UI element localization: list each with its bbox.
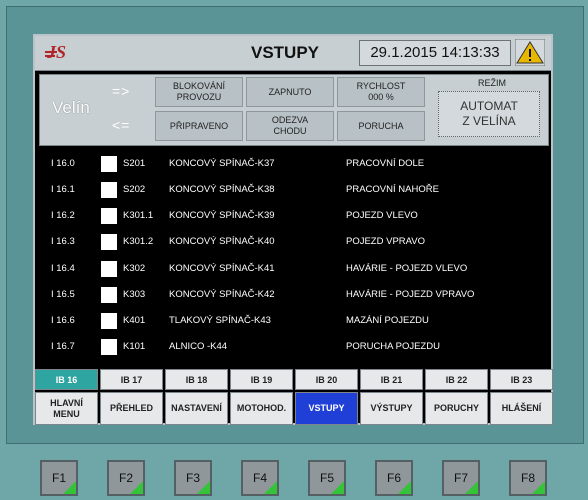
- fault-indicator[interactable]: PORUCHA: [337, 111, 425, 141]
- input-row: I 16.0 S201 KONCOVÝ SPÍNAČ-K37 PRACOVNÍ …: [35, 154, 551, 174]
- input-tag: K301.2: [123, 236, 154, 247]
- input-description: POJEZD VPRAVO: [346, 236, 426, 247]
- tab-ib18[interactable]: IB 18: [165, 369, 228, 390]
- datetime-display: 29.1.2015 14:13:33: [359, 40, 511, 66]
- tab-ib23[interactable]: IB 23: [490, 369, 553, 390]
- input-device: KONCOVÝ SPÍNAČ-K41: [169, 263, 275, 274]
- warning-triangle-icon[interactable]: [515, 39, 545, 66]
- input-description: POJEZD VLEVO: [346, 210, 418, 221]
- f8-key-indicator: [532, 481, 545, 494]
- input-device: KONCOVÝ SPÍNAČ-K39: [169, 210, 275, 221]
- f4-key-indicator: [264, 481, 277, 494]
- input-row: I 16.5 K303 KONCOVÝ SPÍNAČ-K42 HAVÁRIE -…: [35, 285, 551, 305]
- tab-ib16[interactable]: IB 16: [35, 369, 98, 390]
- input-state-box: [101, 287, 117, 303]
- speed-indicator[interactable]: RYCHLOST 000 %: [337, 77, 425, 107]
- input-row: I 16.4 K302 KONCOVÝ SPÍNAČ-K41 HAVÁRIE -…: [35, 259, 551, 279]
- input-row: I 16.3 K301.2 KONCOVÝ SPÍNAČ-K40 POJEZD …: [35, 232, 551, 252]
- input-state-box: [101, 313, 117, 329]
- input-device: KONCOVÝ SPÍNAČ-K40: [169, 236, 275, 247]
- input-tag: K303: [123, 289, 146, 300]
- input-device: KONCOVÝ SPÍNAČ-K38: [169, 184, 275, 195]
- f2-key[interactable]: F2: [107, 460, 145, 496]
- input-device: TLAKOVÝ SPÍNAČ-K43: [169, 315, 271, 326]
- f5-key-indicator: [331, 481, 344, 494]
- f4-key[interactable]: F4: [241, 460, 279, 496]
- mode-button[interactable]: AUTOMAT Z VELÍNA: [438, 91, 540, 137]
- nav-overview-button[interactable]: PŘEHLED: [100, 392, 163, 425]
- run-response-indicator[interactable]: ODEZVA CHODU: [246, 111, 334, 141]
- input-description: MAZÁNÍ POJEZDU: [346, 315, 429, 326]
- input-row: I 16.6 K401 TLAKOVÝ SPÍNAČ-K43 MAZÁNÍ PO…: [35, 311, 551, 331]
- input-address: I 16.6: [51, 315, 75, 326]
- f1-key[interactable]: F1: [40, 460, 78, 496]
- input-state-box: [101, 182, 117, 198]
- tab-ib20[interactable]: IB 20: [295, 369, 358, 390]
- input-address: I 16.1: [51, 184, 75, 195]
- company-logo: JS: [43, 41, 93, 63]
- tab-ib17[interactable]: IB 17: [100, 369, 163, 390]
- input-description: PRACOVNÍ NAHOŘE: [346, 184, 439, 195]
- input-state-box: [101, 208, 117, 224]
- f6-key-indicator: [398, 481, 411, 494]
- tab-ib21[interactable]: IB 21: [360, 369, 423, 390]
- blocking-operation-indicator[interactable]: BLOKOVÁNÍ PROVOZU: [155, 77, 243, 107]
- nav-faults-button[interactable]: PORUCHY: [425, 392, 488, 425]
- f7-key[interactable]: F7: [442, 460, 480, 496]
- f7-key-indicator: [465, 481, 478, 494]
- input-row: I 16.2 K301.1 KONCOVÝ SPÍNAČ-K39 POJEZD …: [35, 206, 551, 226]
- input-address: I 16.4: [51, 263, 75, 274]
- input-row: I 16.7 K101 ALNICO -K44 PORUCHA POJEZDU: [35, 337, 551, 357]
- switched-on-indicator[interactable]: ZAPNUTO: [246, 77, 334, 107]
- input-tag: K101: [123, 341, 146, 352]
- input-description: HAVÁRIE - POJEZD VLEVO: [346, 263, 468, 274]
- input-description: HAVÁRIE - POJEZD VPRAVO: [346, 289, 475, 300]
- page-title: VSTUPY: [250, 43, 320, 62]
- f8-key[interactable]: F8: [509, 460, 547, 496]
- status-panel: Velín => <= BLOKOVÁNÍ PROVOZU ZAPNUTO RY…: [39, 74, 549, 146]
- arrow-out: =>: [112, 83, 131, 99]
- input-device: KONCOVÝ SPÍNAČ-K42: [169, 289, 275, 300]
- input-state-box: [101, 339, 117, 355]
- input-address: I 16.2: [51, 210, 75, 221]
- input-device: KONCOVÝ SPÍNAČ-K37: [169, 158, 275, 169]
- f5-key[interactable]: F5: [308, 460, 346, 496]
- arrow-in: <=: [112, 117, 131, 133]
- nav-settings-button[interactable]: NASTAVENÍ: [165, 392, 228, 425]
- tab-ib19[interactable]: IB 19: [230, 369, 293, 390]
- input-row: I 16.1 S202 KONCOVÝ SPÍNAČ-K38 PRACOVNÍ …: [35, 180, 551, 200]
- hmi-screen: JS VSTUPY 29.1.2015 14:13:33 Velín => <=…: [33, 34, 553, 425]
- input-state-box: [101, 234, 117, 250]
- tab-ib22[interactable]: IB 22: [425, 369, 488, 390]
- nav-messages-button[interactable]: HLÁŠENÍ: [490, 392, 553, 425]
- nav-outputs-button[interactable]: VÝSTUPY: [360, 392, 423, 425]
- input-tag: K301.1: [123, 210, 154, 221]
- f1-key-indicator: [63, 481, 76, 494]
- ready-indicator[interactable]: PŘIPRAVENO: [155, 111, 243, 141]
- input-tag: K302: [123, 263, 146, 274]
- input-state-box: [101, 156, 117, 172]
- f3-key-indicator: [197, 481, 210, 494]
- input-address: I 16.3: [51, 236, 75, 247]
- f3-key[interactable]: F3: [174, 460, 212, 496]
- nav-motor-hours-button[interactable]: MOTOHOD.: [230, 392, 293, 425]
- station-label: Velín: [52, 98, 90, 117]
- input-address: I 16.5: [51, 289, 75, 300]
- input-address: I 16.0: [51, 158, 75, 169]
- input-tag: S202: [123, 184, 146, 195]
- nav-main-menu-button[interactable]: HLAVNÍ MENU: [35, 392, 98, 425]
- input-address: I 16.7: [51, 341, 75, 352]
- input-device: ALNICO -K44: [169, 341, 228, 352]
- nav-inputs-button[interactable]: VSTUPY: [295, 392, 358, 425]
- mode-label: REŽIM: [478, 78, 506, 88]
- f2-key-indicator: [130, 481, 143, 494]
- input-description: PORUCHA POJEZDU: [346, 341, 440, 352]
- header-bar: JS VSTUPY 29.1.2015 14:13:33: [35, 36, 551, 71]
- input-tag: K401: [123, 315, 146, 326]
- f6-key[interactable]: F6: [375, 460, 413, 496]
- input-tag: S201: [123, 158, 146, 169]
- input-description: PRACOVNÍ DOLE: [346, 158, 425, 169]
- input-state-box: [101, 261, 117, 277]
